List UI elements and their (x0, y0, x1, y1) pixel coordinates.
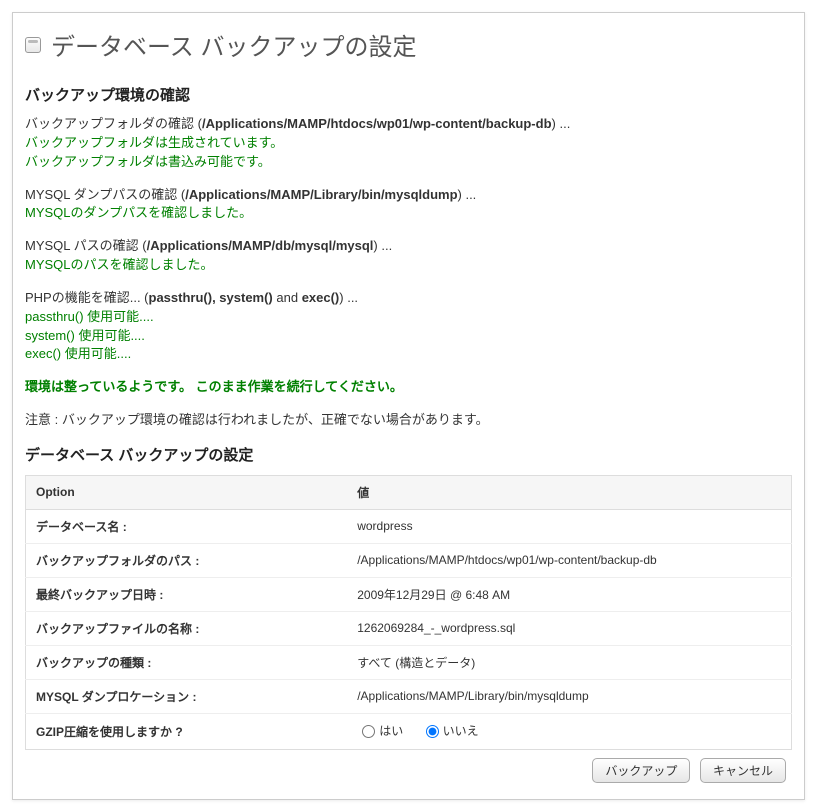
row-gzip-label: GZIP圧縮を使用しますか ? (26, 713, 348, 750)
gzip-yes-label: はい (379, 722, 403, 739)
gzip-no-label: いいえ (443, 722, 479, 739)
env-folder-label: バックアップフォルダの確認 ( (25, 116, 202, 131)
env-folder-block: バックアップフォルダの確認 (/Applications/MAMP/htdocs… (25, 115, 792, 172)
gzip-no-radio[interactable] (426, 725, 439, 738)
env-ready: 環境は整っているようです。 このまま作業を続行してください。 (25, 378, 792, 397)
env-mysql-label: MYSQL パスの確認 ( (25, 238, 147, 253)
env-php-and: and (273, 290, 302, 305)
table-row: GZIP圧縮を使用しますか ? はい いいえ (26, 713, 792, 750)
env-dump-ok: MYSQLのダンプパスを確認しました。 (25, 205, 252, 220)
table-row: バックアップファイルの名称 : 1262069284_-_wordpress.s… (26, 611, 792, 645)
gzip-no-option[interactable]: いいえ (421, 722, 479, 739)
row-last-label: 最終バックアップ日時 : (26, 577, 348, 611)
row-folder-label: バックアップフォルダのパス : (26, 543, 348, 577)
env-dump-close: ) ... (458, 187, 477, 202)
env-mysql-ok: MYSQLのパスを確認しました。 (25, 257, 214, 272)
env-folder-writable: バックアップフォルダは書込み可能です。 (25, 154, 271, 169)
row-folder-value: /Applications/MAMP/htdocs/wp01/wp-conten… (347, 543, 791, 577)
row-gzip-value: はい いいえ (347, 713, 791, 750)
row-type-value: すべて (構造とデータ) (347, 645, 791, 679)
settings-table: Option 値 データベース名 : wordpress バックアップフォルダの… (25, 475, 792, 751)
col-option: Option (26, 475, 348, 509)
button-row: バックアップ キャンセル (25, 750, 792, 785)
page-title: データベース バックアップの設定 (25, 23, 792, 66)
env-php-passthru: passthru() 使用可能.... (25, 309, 154, 324)
row-dumploc-value: /Applications/MAMP/Library/bin/mysqldump (347, 679, 791, 713)
row-dbname-value: wordpress (347, 509, 791, 543)
env-dump-block: MYSQL ダンプパスの確認 (/Applications/MAMP/Libra… (25, 186, 792, 224)
env-php-close: ) ... (339, 290, 358, 305)
env-php-funcs: passthru(), system() (149, 290, 273, 305)
env-dump-label: MYSQL ダンプパスの確認 ( (25, 187, 185, 202)
env-section-heading: バックアップ環境の確認 (25, 84, 792, 105)
env-folder-created: バックアップフォルダは生成されています。 (25, 135, 283, 150)
cancel-button[interactable]: キャンセル (700, 758, 786, 783)
env-mysql-block: MYSQL パスの確認 (/Applications/MAMP/db/mysql… (25, 237, 792, 275)
row-file-label: バックアップファイルの名称 : (26, 611, 348, 645)
database-icon (25, 37, 41, 53)
row-file-value: 1262069284_-_wordpress.sql (347, 611, 791, 645)
settings-section-heading: データベース バックアップの設定 (25, 444, 792, 465)
env-php-system: system() 使用可能.... (25, 328, 145, 343)
env-mysql-path: /Applications/MAMP/db/mysql/mysql (147, 238, 374, 253)
gzip-yes-option[interactable]: はい (357, 722, 403, 739)
env-php-label: PHPの機能を確認... ( (25, 290, 149, 305)
env-php-exec: exec() (302, 290, 340, 305)
table-row: バックアップフォルダのパス : /Applications/MAMP/htdoc… (26, 543, 792, 577)
backup-button[interactable]: バックアップ (592, 758, 690, 783)
table-row: データベース名 : wordpress (26, 509, 792, 543)
env-folder-close: ) ... (552, 116, 571, 131)
env-php-exec-ok: exec() 使用可能.... (25, 346, 131, 361)
row-type-label: バックアップの種類 : (26, 645, 348, 679)
env-dump-path: /Applications/MAMP/Library/bin/mysqldump (185, 187, 457, 202)
row-dbname-label: データベース名 : (26, 509, 348, 543)
table-row: 最終バックアップ日時 : 2009年12月29日 @ 6:48 AM (26, 577, 792, 611)
gzip-yes-radio[interactable] (362, 725, 375, 738)
page-title-text: データベース バックアップの設定 (51, 27, 416, 62)
row-dumploc-label: MYSQL ダンプロケーション : (26, 679, 348, 713)
table-row: MYSQL ダンプロケーション : /Applications/MAMP/Lib… (26, 679, 792, 713)
table-row: バックアップの種類 : すべて (構造とデータ) (26, 645, 792, 679)
row-last-value: 2009年12月29日 @ 6:48 AM (347, 577, 791, 611)
env-php-block: PHPの機能を確認... (passthru(), system() and e… (25, 289, 792, 364)
env-note: 注意 : バックアップ環境の確認は行われましたが、正確でない場合があります。 (25, 411, 792, 430)
settings-panel: データベース バックアップの設定 バックアップ環境の確認 バックアップフォルダの… (12, 12, 805, 800)
env-mysql-close: ) ... (373, 238, 392, 253)
col-value: 値 (347, 475, 791, 509)
env-folder-path: /Applications/MAMP/htdocs/wp01/wp-conten… (202, 116, 552, 131)
